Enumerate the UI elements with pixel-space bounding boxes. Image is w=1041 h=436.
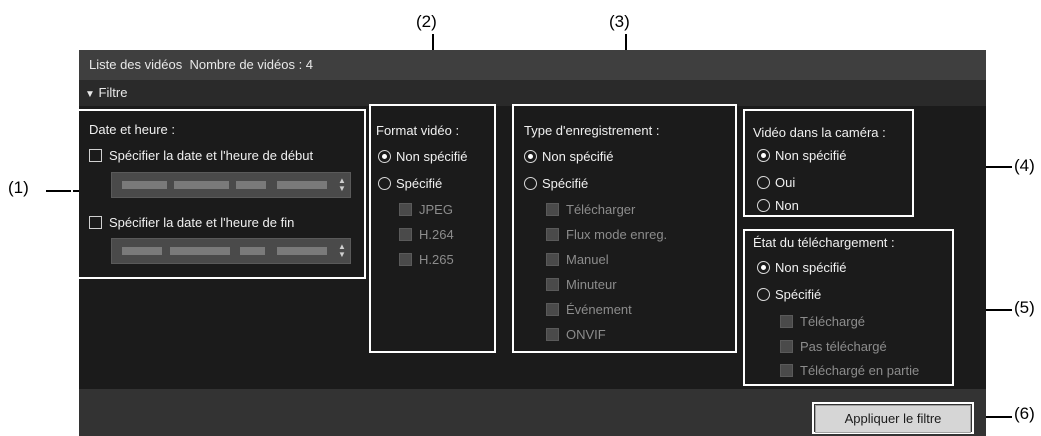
date-time-title: Date et heure : <box>89 122 175 137</box>
not-downloaded-checkbox[interactable] <box>780 340 793 353</box>
masked-text <box>277 181 327 189</box>
rec-upload-checkbox[interactable] <box>546 203 559 216</box>
partially-downloaded-label: Téléchargé en partie <box>800 363 920 378</box>
download-specified-radio[interactable] <box>757 288 770 301</box>
callout-5: (5) <box>1014 298 1035 317</box>
callout-6: (6) <box>1014 404 1035 423</box>
format-jpeg-label: JPEG <box>419 202 453 217</box>
rec-stream-checkbox[interactable] <box>546 228 559 241</box>
video-list-header: Liste des vidéos Nombre de vidéos : 4 <box>79 50 986 80</box>
video-format-unspecified-label: Non spécifié <box>396 149 468 164</box>
download-unspecified-label: Non spécifié <box>775 260 847 275</box>
rec-timer-label: Minuteur <box>566 277 617 292</box>
rec-stream-label: Flux mode enreg. <box>566 227 668 242</box>
rec-onvif-checkbox[interactable] <box>546 328 559 341</box>
callout-4: (4) <box>1014 156 1035 175</box>
rec-manual-label: Manuel <box>566 252 609 267</box>
camera-unspecified-radio[interactable] <box>757 149 770 162</box>
format-h265-label: H.265 <box>419 252 454 267</box>
video-in-camera-title: Vidéo dans la caméra : <box>753 125 886 140</box>
download-state-title: État du téléchargement : <box>753 235 895 250</box>
masked-text <box>240 247 265 255</box>
video-format-title: Format vidéo : <box>376 123 460 138</box>
recording-type-specified-label: Spécifié <box>542 176 589 191</box>
apply-filter-button[interactable]: Appliquer le filtre <box>815 405 971 433</box>
masked-text <box>122 181 167 189</box>
camera-no-radio[interactable] <box>757 199 770 212</box>
masked-text <box>174 181 229 189</box>
download-unspecified-radio[interactable] <box>757 261 770 274</box>
start-datetime-label: Spécifier la date et l'heure de début <box>109 148 314 163</box>
masked-text <box>122 247 162 255</box>
format-h265-checkbox[interactable] <box>399 253 412 266</box>
rec-event-checkbox[interactable] <box>546 303 559 316</box>
video-list-title: Liste des vidéos <box>89 57 183 72</box>
camera-no-label: Non <box>775 198 799 213</box>
end-datetime-checkbox[interactable] <box>89 216 102 229</box>
recording-type-title: Type d'enregistrement : <box>524 123 660 138</box>
video-format-unspecified-radio[interactable] <box>378 150 391 163</box>
start-datetime-checkbox[interactable] <box>89 149 102 162</box>
video-format-specified-label: Spécifié <box>396 176 443 191</box>
recording-type-specified-radio[interactable] <box>524 177 537 190</box>
not-downloaded-label: Pas téléchargé <box>800 339 887 354</box>
spinner-icon[interactable]: ▲ ▼ <box>338 177 346 193</box>
callout-1: (1) <box>8 178 29 197</box>
camera-unspecified-label: Non spécifié <box>775 148 847 163</box>
video-format-specified-radio[interactable] <box>378 177 391 190</box>
download-specified-label: Spécifié <box>775 287 822 302</box>
rec-event-label: Événement <box>566 302 632 317</box>
end-datetime-input[interactable]: ▲ ▼ <box>111 238 351 264</box>
rec-upload-label: Télécharger <box>566 202 636 217</box>
filter-toggle[interactable]: ▼ Filtre <box>79 80 986 106</box>
recording-type-unspecified-radio[interactable] <box>524 150 537 163</box>
masked-text <box>236 181 266 189</box>
format-jpeg-checkbox[interactable] <box>399 203 412 216</box>
callout-2: (2) <box>416 12 437 31</box>
callout-3: (3) <box>609 12 630 31</box>
camera-yes-radio[interactable] <box>757 176 770 189</box>
start-datetime-input[interactable]: ▲ ▼ <box>111 172 351 198</box>
downloaded-checkbox[interactable] <box>780 315 793 328</box>
masked-text <box>277 247 327 255</box>
downloaded-label: Téléchargé <box>800 314 866 329</box>
end-datetime-label: Spécifier la date et l'heure de fin <box>109 215 295 230</box>
rec-manual-checkbox[interactable] <box>546 253 559 266</box>
video-count: Nombre de vidéos : 4 <box>189 57 314 72</box>
rec-timer-checkbox[interactable] <box>546 278 559 291</box>
video-list-panel: Liste des vidéos Nombre de vidéos : 4 ▼ … <box>71 50 986 436</box>
triangle-down-icon: ▼ <box>85 89 95 100</box>
spinner-icon[interactable]: ▲ ▼ <box>338 243 346 259</box>
recording-type-unspecified-label: Non spécifié <box>542 149 614 164</box>
partially-downloaded-checkbox[interactable] <box>780 364 793 377</box>
format-h264-label: H.264 <box>419 227 454 242</box>
filter-label: Filtre <box>98 85 128 100</box>
format-h264-checkbox[interactable] <box>399 228 412 241</box>
rec-onvif-label: ONVIF <box>566 327 606 342</box>
masked-text <box>170 247 230 255</box>
camera-yes-label: Oui <box>775 175 796 190</box>
